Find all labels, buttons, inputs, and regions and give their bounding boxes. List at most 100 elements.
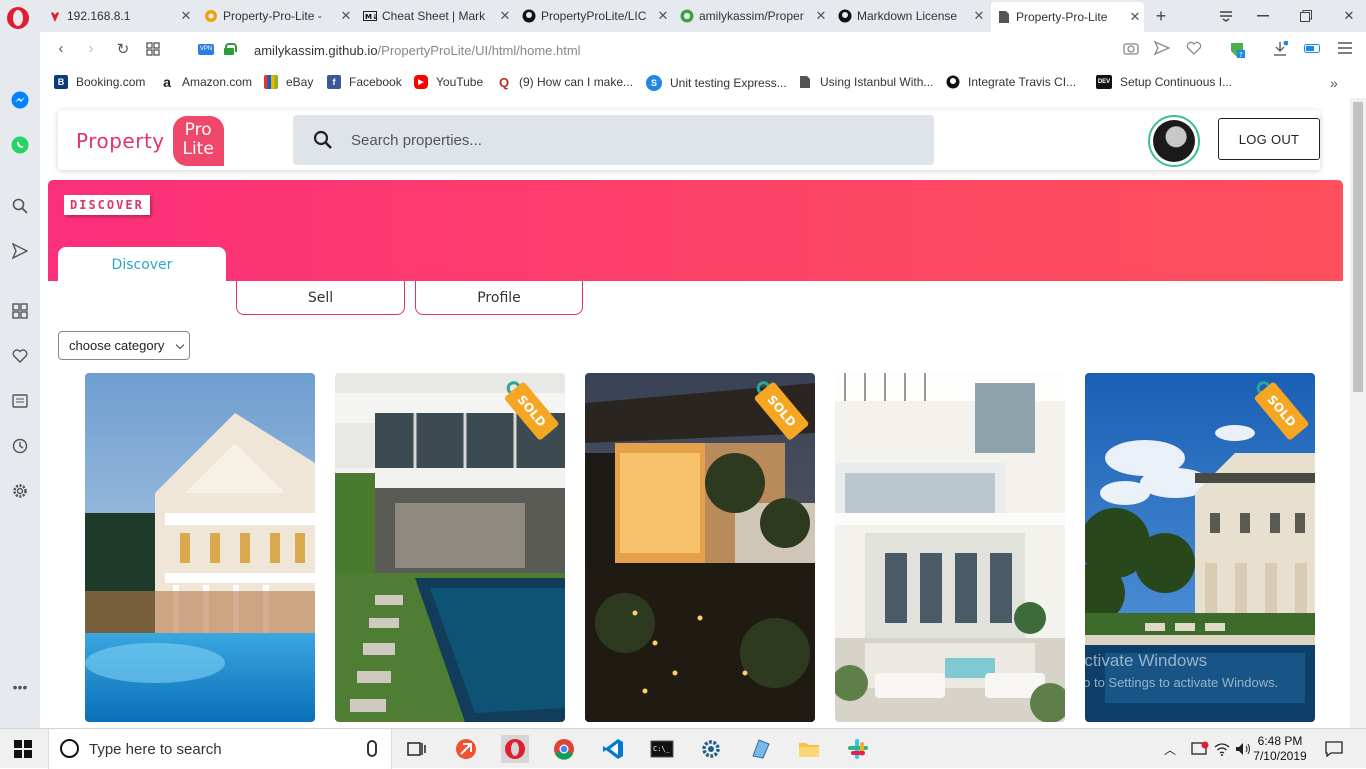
close-tab-icon[interactable]: ✕	[654, 8, 672, 24]
property-card[interactable]	[85, 373, 315, 722]
bookmark-label: Unit testing Express...	[670, 76, 787, 90]
extension-icon[interactable]: ?	[1228, 41, 1246, 59]
quora-icon: Q	[497, 74, 511, 90]
bookmark-travis[interactable]: Integrate Travis CI...	[946, 75, 1076, 89]
tab-license[interactable]: PropertyProLite/LIC ✕	[516, 4, 672, 28]
page-scrollbar[interactable]	[1350, 98, 1366, 728]
taskbar-search-box[interactable]: Type here to search	[48, 729, 392, 769]
bookmark-dev[interactable]: DEV Setup Continuous I...	[1096, 75, 1232, 89]
snip-tool-icon[interactable]	[746, 735, 774, 763]
facebook-icon: f	[327, 75, 341, 89]
page-viewport: Property Pro Lite LOG OUT DISCOVER Disco…	[40, 98, 1350, 728]
tab-cheat-sheet[interactable]: M↓ Cheat Sheet | Mark ✕	[357, 4, 514, 28]
url-field[interactable]: amilykassim.github.io/PropertyProLite/UI…	[254, 43, 581, 58]
action-center-icon[interactable]	[1320, 735, 1348, 763]
bookmark-istanbul[interactable]: Using Istanbul With...	[798, 75, 933, 89]
windows-start-icon[interactable]	[14, 740, 32, 758]
task-view-icon[interactable]	[403, 735, 431, 763]
search-input[interactable]	[351, 128, 911, 152]
more-bookmarks-icon[interactable]: »	[1330, 75, 1338, 91]
vscode-icon[interactable]	[599, 735, 627, 763]
chrome-icon[interactable]	[550, 735, 578, 763]
forward-icon[interactable]: ›	[76, 40, 106, 57]
search-icon[interactable]	[10, 196, 30, 216]
tab-router[interactable]: 192.168.8.1 ✕	[42, 4, 195, 28]
whatsapp-icon[interactable]	[10, 135, 30, 155]
tab-title: Markdown License	[857, 9, 958, 23]
property-card[interactable]	[835, 373, 1065, 722]
restore-icon[interactable]	[1293, 5, 1319, 27]
opera-menu-icon[interactable]	[7, 7, 29, 29]
browser-tab-strip: 192.168.8.1 ✕ Property-Pro-Lite - ✕ M↓ C…	[0, 0, 1366, 32]
minimize-icon[interactable]	[1250, 5, 1276, 27]
tab-property-pro-lite-active[interactable]: Property-Pro-Lite ✕	[991, 2, 1144, 32]
git-tool-icon[interactable]	[452, 735, 480, 763]
heart-bookmark-icon[interactable]	[1185, 41, 1203, 59]
send-icon[interactable]	[1153, 40, 1171, 59]
battery-saver-icon[interactable]	[1304, 41, 1322, 59]
markdown-icon: M↓	[363, 9, 377, 23]
close-tab-icon[interactable]: ✕	[337, 8, 355, 24]
bookmark-booking[interactable]: B Booking.com	[54, 75, 145, 89]
huawei-icon	[48, 9, 62, 23]
tab-markdown-license[interactable]: Markdown License ✕	[832, 4, 988, 28]
reload-icon[interactable]: ↻	[108, 40, 138, 58]
new-tab-icon[interactable]: +	[1148, 5, 1174, 27]
bookmark-label: Amazon.com	[182, 75, 253, 89]
back-icon[interactable]: ‹	[46, 40, 76, 57]
github-green-icon	[680, 9, 694, 23]
vpn-badge-icon[interactable]: VPN	[198, 44, 214, 55]
tab-menu-icon[interactable]	[1213, 5, 1239, 27]
tab-profile[interactable]: Profile	[415, 281, 583, 315]
tab-discover[interactable]: Discover	[58, 247, 226, 283]
search-icon	[313, 130, 333, 150]
bookmark-facebook[interactable]: f Facebook	[327, 75, 402, 89]
property-card[interactable]: SOLD	[335, 373, 565, 722]
slack-icon[interactable]	[844, 735, 872, 763]
avatar[interactable]	[1148, 115, 1200, 167]
sidebar-more-icon[interactable]: •••	[10, 677, 30, 697]
settings-gear-icon[interactable]	[697, 735, 725, 763]
file-explorer-icon[interactable]	[795, 735, 823, 763]
messenger-icon[interactable]	[10, 90, 30, 110]
camera-icon[interactable]	[1122, 41, 1140, 59]
show-hidden-icons-icon[interactable]: ︿	[1156, 735, 1184, 763]
bookmark-unit-testing[interactable]: S Unit testing Express...	[646, 75, 787, 91]
brand-logo[interactable]: Property Pro Lite	[76, 116, 224, 166]
opera-taskbar-icon[interactable]	[501, 735, 529, 763]
property-card[interactable]: SOLD	[585, 373, 815, 722]
bookmark-ebay[interactable]: eBay	[264, 75, 313, 89]
tab-property-pro-lite-1[interactable]: Property-Pro-Lite - ✕	[198, 4, 355, 28]
category-select[interactable]: choose category	[58, 331, 190, 360]
terminal-icon[interactable]: C:\_	[648, 735, 676, 763]
close-tab-icon[interactable]: ✕	[177, 8, 195, 24]
history-icon[interactable]	[10, 436, 30, 456]
easy-setup-icon[interactable]	[1336, 41, 1354, 59]
send-icon[interactable]	[10, 241, 30, 261]
system-clock[interactable]: 6:48 PM 7/10/2019	[1248, 734, 1312, 764]
speed-dial-icon[interactable]	[146, 42, 160, 59]
bookmark-label: (9) How can I make...	[519, 75, 634, 89]
bookmarks-heart-icon[interactable]	[10, 346, 30, 366]
tab-repo[interactable]: amilykassim/Proper ✕	[674, 4, 830, 28]
bookmarks-bar: B Booking.com a Amazon.com eBay f Facebook …	[40, 68, 1366, 98]
scrollbar-thumb[interactable]	[1353, 102, 1363, 392]
tab-title: Cheat Sheet | Mark	[382, 9, 486, 23]
close-window-icon[interactable]: ✕	[1336, 5, 1362, 27]
download-icon[interactable]	[1271, 40, 1289, 59]
booking-icon: B	[54, 75, 68, 89]
close-tab-icon[interactable]: ✕	[1126, 9, 1144, 25]
microphone-icon[interactable]	[367, 740, 377, 757]
speed-dial-icon[interactable]	[10, 301, 30, 321]
bookmark-amazon[interactable]: a Amazon.com	[160, 74, 253, 90]
tab-sell[interactable]: Sell	[236, 281, 405, 315]
news-icon[interactable]	[10, 391, 30, 411]
settings-gear-icon[interactable]	[10, 481, 30, 501]
close-tab-icon[interactable]: ✕	[496, 8, 514, 24]
bookmark-youtube[interactable]: ▶ YouTube	[414, 75, 483, 89]
logout-button[interactable]: LOG OUT	[1218, 118, 1320, 160]
bookmark-quora[interactable]: Q (9) How can I make...	[497, 74, 634, 90]
lock-icon[interactable]	[224, 43, 237, 55]
close-tab-icon[interactable]: ✕	[812, 8, 830, 24]
close-tab-icon[interactable]: ✕	[970, 8, 988, 24]
